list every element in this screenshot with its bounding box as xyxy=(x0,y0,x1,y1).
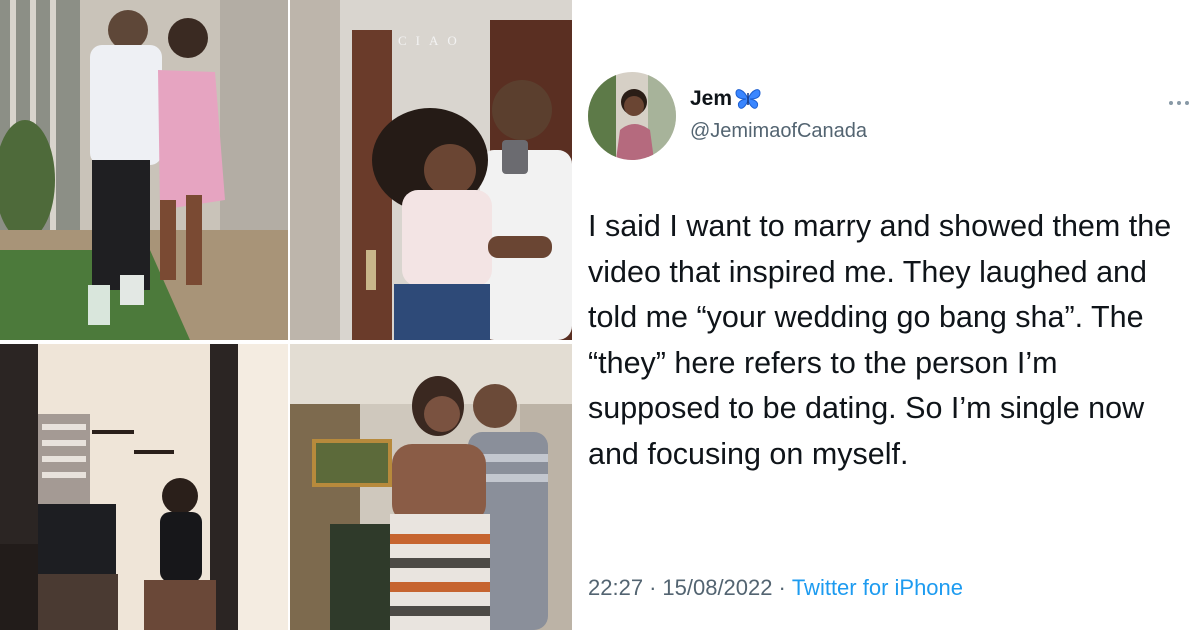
tweet-date[interactable]: 15/08/2022 xyxy=(662,575,772,601)
tweet-metadata: 22:27 · 15/08/2022 · Twitter for iPhone xyxy=(588,575,963,601)
tweet-card: Jem @JemimaofCanada I said I want to mar… xyxy=(572,0,1200,630)
butterfly-icon xyxy=(734,87,762,111)
separator-dot: · xyxy=(649,575,657,600)
more-options-icon[interactable] xyxy=(1168,94,1190,105)
tweet-source-link[interactable]: Twitter for iPhone xyxy=(792,575,963,601)
display-name[interactable]: Jem xyxy=(690,87,732,111)
woman-mirror-selfie-photo[interactable] xyxy=(0,344,288,630)
couple-outdoor-photo[interactable] xyxy=(0,0,288,340)
tweet-text: I said I want to marry and showed them t… xyxy=(588,209,1172,471)
couple-hug-photo[interactable] xyxy=(290,344,572,630)
tweet-time[interactable]: 22:27 xyxy=(588,575,643,601)
user-handle[interactable]: @JemimaofCanada xyxy=(690,120,867,143)
separator-dot: · xyxy=(778,575,786,600)
photo-collage: CIAO xyxy=(0,0,572,630)
ciao-sign: CIAO xyxy=(398,33,466,48)
couple-mirror-selfie-photo[interactable]: CIAO xyxy=(290,0,572,340)
author-name-row: Jem xyxy=(690,87,762,111)
avatar[interactable] xyxy=(588,72,676,160)
